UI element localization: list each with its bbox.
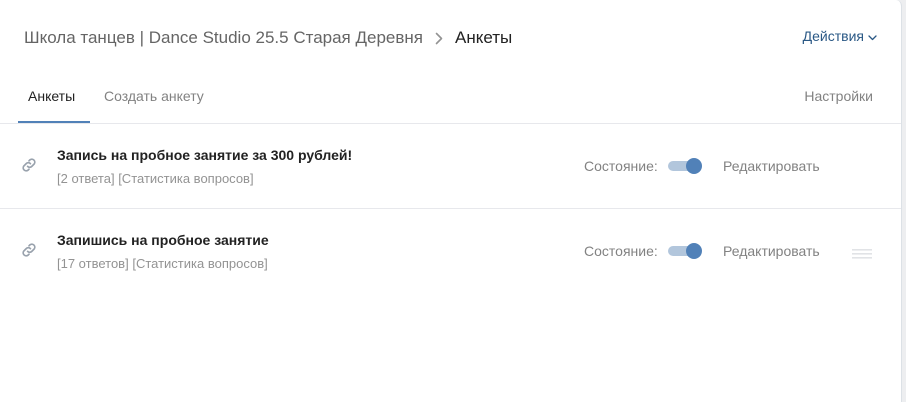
tab-bar: Анкеты Создать анкету Настройки [0,74,901,124]
settings-link[interactable]: Настройки [804,88,873,104]
list-item: Запись на пробное занятие за 300 рублей!… [0,124,901,208]
form-title[interactable]: Запишись на пробное занятие [57,232,269,248]
state-toggle[interactable] [668,243,702,259]
form-title[interactable]: Запись на пробное занятие за 300 рублей! [57,147,352,163]
tab-create-form[interactable]: Создать анкету [104,88,204,104]
link-icon [20,156,38,179]
state-label: Состояние: [584,243,658,259]
form-meta: [2 ответа] [Статистика вопросов] [57,171,254,186]
chevron-down-icon [864,28,877,44]
stats-link[interactable]: [Статистика вопросов] [132,256,267,271]
tab-forms[interactable]: Анкеты [28,88,75,104]
breadcrumb-root[interactable]: Школа танцев | Dance Studio 25.5 Старая … [24,28,423,48]
toggle-knob [686,158,702,174]
edit-link[interactable]: Редактировать [723,158,820,174]
answers-link[interactable]: [17 ответов] [57,256,129,271]
edit-link[interactable]: Редактировать [723,243,820,259]
answers-link[interactable]: [2 ответа] [57,171,115,186]
page-header: Школа танцев | Dance Studio 25.5 Старая … [24,26,877,50]
active-tab-indicator [18,121,90,123]
actions-label: Действия [802,28,864,44]
state-toggle[interactable] [668,158,702,174]
forms-panel: Школа танцев | Dance Studio 25.5 Старая … [0,0,902,402]
link-icon [20,241,38,264]
chevron-right-icon [435,32,443,45]
stats-link[interactable]: [Статистика вопросов] [118,171,253,186]
page-title: Анкеты [455,28,513,47]
toggle-knob [686,243,702,259]
drag-handle-icon[interactable] [852,246,872,264]
list-item: Запишись на пробное занятие [17 ответов]… [0,209,901,293]
actions-dropdown[interactable]: Действия [803,28,877,44]
form-meta: [17 ответов] [Статистика вопросов] [57,256,268,271]
state-label: Состояние: [584,158,658,174]
